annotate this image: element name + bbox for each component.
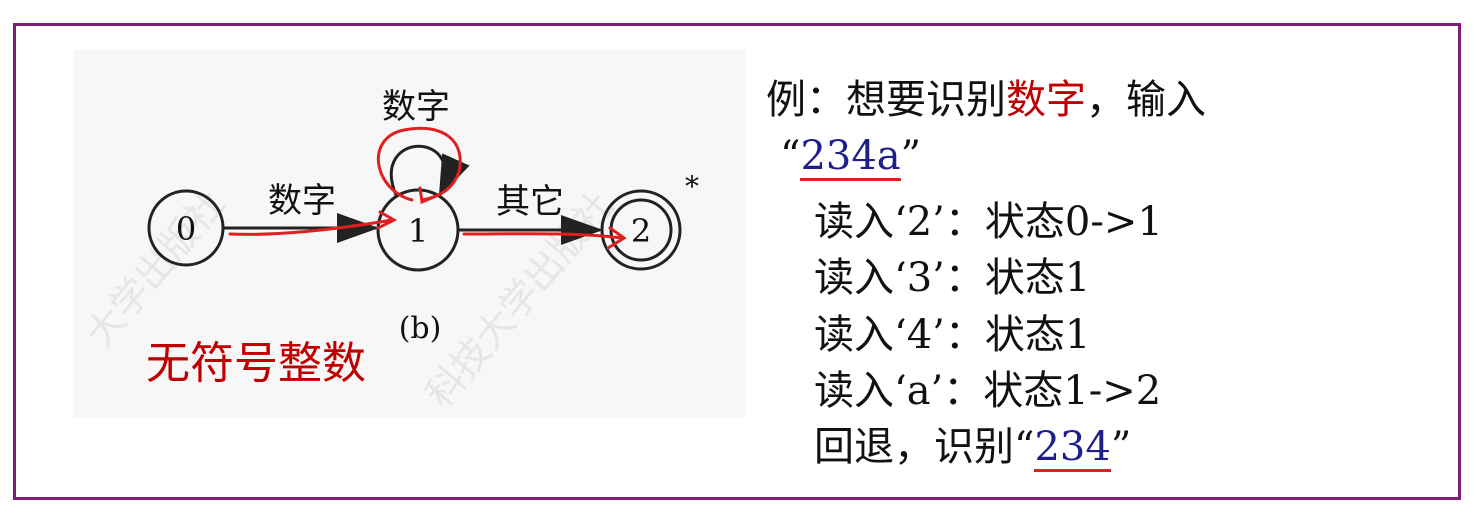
annotation-stroke-loop [376,126,462,205]
example-input-word: ，输入 [1086,77,1206,123]
example-line-1: 例：想要识别数字，输入 [766,80,1206,120]
input-string: 234a [800,133,901,181]
input-close-quote: ” [900,133,922,179]
state-1-label: 1 [408,212,428,250]
result-line: 回退，识别“234” [814,427,1131,472]
highlight-digits: 数字 [1006,77,1086,123]
result-value: 234 [1034,424,1111,472]
diagram-caption: 无符号整数 [146,338,366,389]
edge-1-2-label: 其它 [496,182,564,222]
state-2-label: 2 [631,212,651,250]
accept-marker: * [685,170,699,203]
result-prefix: 回退，识别“ [814,424,1035,470]
state-0-label: 0 [176,210,196,248]
step-1: 读入‘2’：状态0->1 [814,199,1163,245]
input-open-quote: “ [780,133,801,179]
diagram-panel: 大学出版社 科技大学出版社 0 1 2 * 数字 其它 数字 (b) 无符号整数 [74,50,746,418]
example-intro: 例：想要识别 [766,77,1006,123]
figure-label: (b) [399,311,442,346]
step-2: 读入‘3’：状态1 [814,255,1091,301]
step-4: 读入‘a’：状态1->2 [814,368,1162,414]
step-3: 读入‘4’：状态1 [814,312,1091,358]
edge-0-1-label: 数字 [268,181,336,221]
example-line-2: “234a” [780,136,921,181]
self-loop-arrow [389,144,470,198]
self-loop-label: 数字 [382,87,450,127]
result-suffix: ” [1110,424,1132,470]
